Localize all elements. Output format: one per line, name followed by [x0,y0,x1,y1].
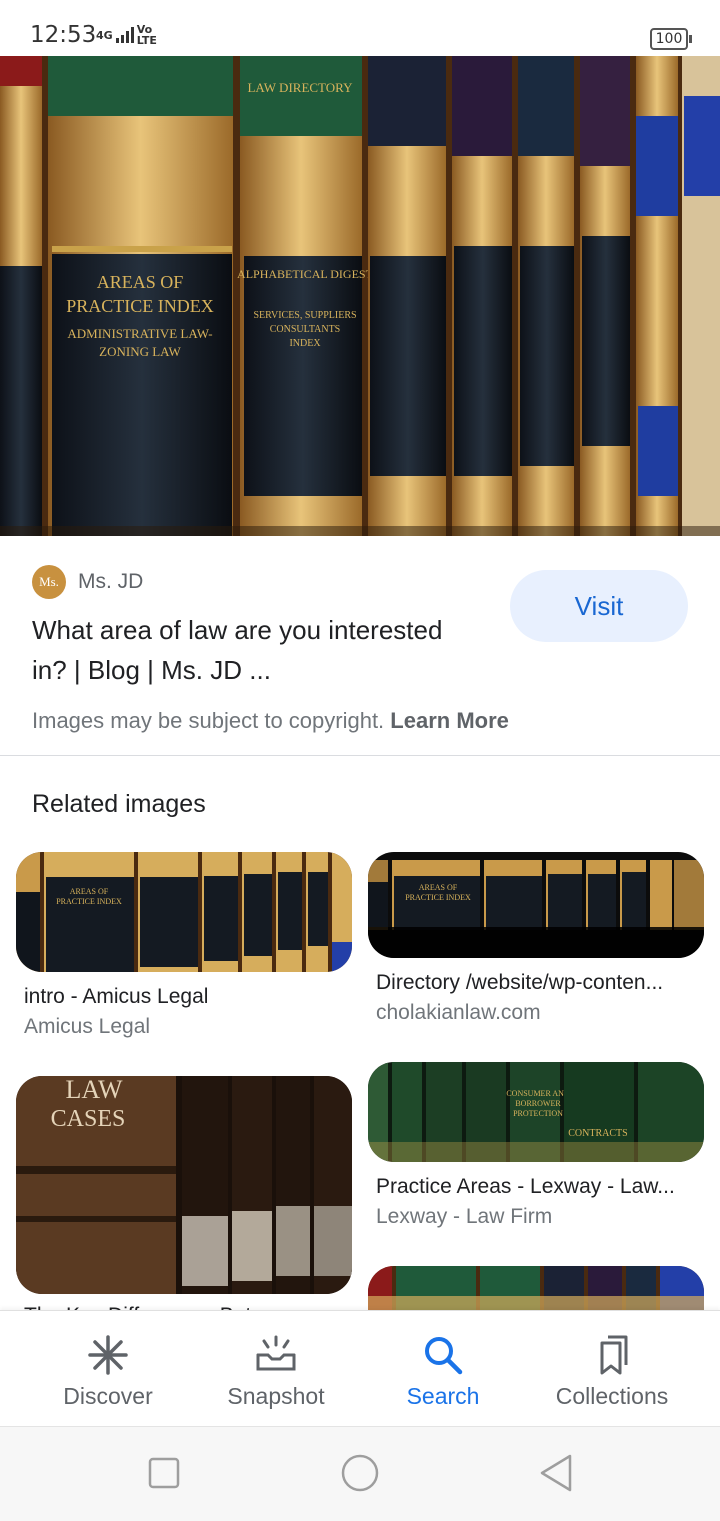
svg-text:BORROWER: BORROWER [515,1099,561,1108]
related-images-heading: Related images [32,790,206,818]
collections-icon [600,1335,628,1375]
svg-text:CONSULTANTS: CONSULTANTS [270,324,341,335]
related-image-2[interactable]: AREAS OF PRACTICE INDEX [368,852,704,958]
svg-text:CONSUMER AND: CONSUMER AND [506,1089,570,1098]
svg-text:ADMINISTRATIVE LAW-: ADMINISTRATIVE LAW- [67,326,212,341]
svg-text:PRACTICE INDEX: PRACTICE INDEX [56,897,122,906]
related-title-1[interactable]: intro - Amicus Legal [24,985,344,1009]
recents-icon[interactable] [148,1457,180,1489]
hero-image[interactable]: AREAS OF PRACTICE INDEX ADMINISTRATIVE L… [0,56,720,536]
svg-text:SERVICES, SUPPLIERS: SERVICES, SUPPLIERS [253,310,356,321]
nav-search-label: Search [406,1383,480,1409]
home-icon[interactable] [340,1453,380,1493]
nav-discover[interactable]: Discover [23,1311,193,1426]
copyright-notice: Images may be subject to copyright. Lear… [32,708,509,734]
nav-snapshot[interactable]: Snapshot [191,1311,361,1426]
related-image-3[interactable]: LAW CASES [16,1076,352,1294]
battery-indicator: 100 [650,28,692,50]
status-bar: 12:53 4G Vo LTE 100 [0,0,720,56]
svg-text:CASES: CASES [51,1106,126,1132]
snapshot-icon [256,1335,296,1371]
svg-text:AREAS OF: AREAS OF [419,883,458,892]
result-title[interactable]: What area of law are you interested in? … [32,610,472,690]
svg-text:ZONING LAW: ZONING LAW [99,344,181,359]
signal-icon [115,27,134,43]
related-source-4: Lexway - Law Firm [376,1205,553,1228]
divider [0,755,720,756]
visit-button[interactable]: Visit [510,570,688,642]
nav-discover-label: Discover [63,1383,153,1409]
nav-snapshot-label: Snapshot [227,1383,325,1409]
related-source-2: cholakianlaw.com [376,1001,541,1024]
nav-collections-label: Collections [555,1383,669,1409]
related-image-1[interactable]: AREAS OF PRACTICE INDEX [16,852,352,972]
related-image-4[interactable]: CONSUMER AND BORROWER PROTECTION CONTRAC… [368,1062,704,1162]
svg-text:ALPHABETICAL DIGEST: ALPHABETICAL DIGEST [237,267,374,281]
source-avatar: Ms. [32,565,66,599]
network-type: 4G [96,28,113,42]
learn-more-link[interactable]: Learn More [390,708,509,733]
status-time: 12:53 [30,22,97,48]
svg-text:PROTECTION: PROTECTION [513,1109,563,1118]
related-image-5[interactable] [368,1266,704,1316]
network-indicator: 4G Vo LTE [96,24,161,46]
svg-text:PRACTICE INDEX: PRACTICE INDEX [66,296,214,316]
svg-text:LAW DIRECTORY: LAW DIRECTORY [247,80,353,95]
svg-text:AREAS OF: AREAS OF [97,272,184,292]
nav-collections[interactable]: Collections [527,1311,697,1426]
svg-text:LAW: LAW [65,1076,123,1104]
svg-text:CONTRACTS: CONTRACTS [568,1128,627,1139]
nav-search[interactable]: Search [358,1311,528,1426]
related-title-2[interactable]: Directory /website/wp-conten... [376,971,696,995]
volte-label: Vo LTE [136,23,157,47]
related-title-4[interactable]: Practice Areas - Lexway - Law... [376,1175,696,1199]
source-row[interactable]: Ms. Ms. JD [32,565,143,599]
source-name: Ms. JD [78,570,144,593]
svg-text:PRACTICE INDEX: PRACTICE INDEX [405,893,471,902]
related-source-1: Amicus Legal [24,1015,151,1038]
svg-text:INDEX: INDEX [289,338,321,349]
search-icon [425,1337,463,1375]
copyright-text: Images may be subject to copyright. [32,708,385,733]
system-navigation-bar [0,1426,720,1521]
bottom-navigation: Discover Snapshot Search Collections [0,1310,720,1426]
back-icon[interactable] [538,1453,574,1493]
asterisk-icon [88,1335,128,1375]
svg-text:AREAS OF: AREAS OF [70,887,109,896]
